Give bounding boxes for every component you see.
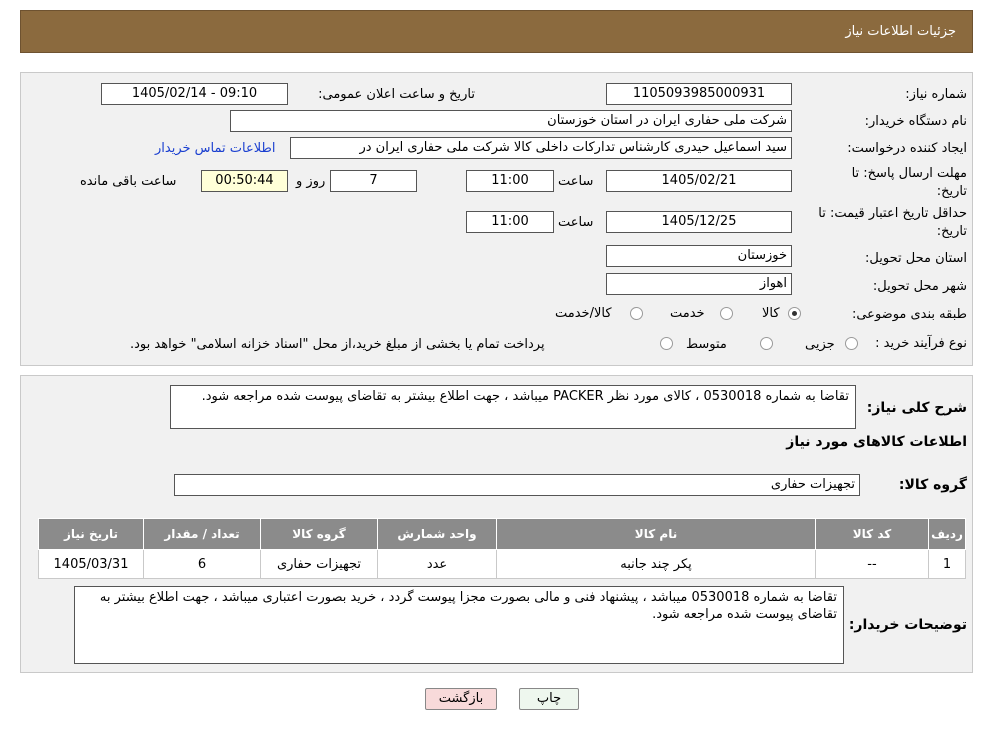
remaining-time-label: ساعت باقی مانده [80, 174, 177, 189]
back-button[interactable]: بازگشت [425, 688, 497, 710]
cell-group: تجهیزات حفاری [260, 549, 378, 579]
buyer-name-field: شرکت ملی حفاری ایران در استان خوزستان [230, 110, 792, 132]
goods-group-field: تجهیزات حفاری [174, 474, 860, 496]
general-description-label: شرح کلی نیاز: [866, 400, 967, 416]
col-need-date: تاریخ نیاز [38, 518, 144, 550]
cell-name: پکر چند جانبه [496, 549, 816, 579]
city-label: شهر محل تحویل: [872, 279, 967, 294]
table-row: 1 -- پکر چند جانبه عدد تجهیزات حفاری 6 1… [38, 549, 966, 579]
buyer-notes-textarea[interactable]: تقاضا به شماره 0530018 میباشد ، پیشنهاد … [74, 586, 844, 664]
col-code: کد کالا [815, 518, 929, 550]
remaining-time-field: 00:50:44 [201, 170, 288, 192]
goods-section-title: اطلاعات کالاهای مورد نیاز [786, 434, 967, 450]
cell-need-date: 1405/03/31 [38, 549, 144, 579]
price-validity-time-label: ساعت [558, 215, 594, 230]
process-type-label: نوع فرآیند خرید : [875, 336, 967, 351]
category-label: طبقه بندی موضوعی: [851, 307, 967, 322]
creator-label: ایجاد کننده درخواست: [847, 141, 967, 156]
category-radio-goods-service[interactable] [630, 307, 643, 320]
page-header: جزئیات اطلاعات نیاز [20, 10, 973, 53]
print-button[interactable]: چاپ [519, 688, 579, 710]
col-quantity: تعداد / مقدار [143, 518, 261, 550]
goods-table: ردیف کد کالا نام کالا واحد شمارش گروه کا… [38, 518, 966, 579]
col-unit: واحد شمارش [377, 518, 497, 550]
province-label: استان محل تحویل: [865, 251, 967, 266]
price-validity-label-date: تاریخ: [936, 224, 967, 239]
goods-group-label: گروه کالا: [898, 477, 967, 493]
price-validity-time-field: 11:00 [466, 211, 554, 233]
goods-table-header: ردیف کد کالا نام کالا واحد شمارش گروه کا… [38, 518, 966, 550]
category-radio-goods[interactable] [788, 307, 801, 320]
process-radio-medium[interactable] [760, 337, 773, 350]
process-payment-note: پرداخت تمام یا بخشی از مبلغ خرید،از محل … [130, 337, 545, 352]
page-title: جزئیات اطلاعات نیاز [845, 24, 956, 39]
price-validity-label: حداقل تاریخ اعتبار قیمت: تا [818, 206, 967, 221]
category-option-goods-service: کالا/خدمت [555, 306, 612, 321]
city-field: اهواز [606, 273, 792, 295]
buyer-name-label: نام دستگاه خریدار: [864, 114, 967, 129]
cell-unit: عدد [377, 549, 497, 579]
cell-quantity: 6 [143, 549, 261, 579]
price-validity-date-field: 1405/12/25 [606, 211, 792, 233]
need-number-field: 1105093985000931 [606, 83, 792, 105]
col-row: ردیف [928, 518, 966, 550]
deadline-time-field: 11:00 [466, 170, 554, 192]
deadline-date-field: 1405/02/21 [606, 170, 792, 192]
buyer-contact-link[interactable]: اطلاعات تماس خریدار [155, 141, 275, 156]
creator-field: سید اسماعیل حیدری کارشناس تدارکات داخلی … [290, 137, 792, 159]
deadline-label-date: تاریخ: [936, 184, 967, 199]
days-remaining-field: 7 [330, 170, 417, 192]
buyer-notes-label: توضیحات خریدار: [848, 617, 967, 633]
need-number-label: شماره نیاز: [905, 87, 967, 102]
cell-row: 1 [928, 549, 966, 579]
province-field: خوزستان [606, 245, 792, 267]
category-radio-service[interactable] [720, 307, 733, 320]
process-option-minor: جزیی [805, 337, 835, 352]
col-group: گروه کالا [260, 518, 378, 550]
process-radio-treasury[interactable] [660, 337, 673, 350]
general-description-textarea[interactable]: تقاضا به شماره 0530018 ، کالای مورد نظر … [170, 385, 856, 429]
category-option-service: خدمت [670, 306, 705, 321]
announce-date-field: 1405/02/14 - 09:10 [101, 83, 288, 105]
process-option-medium: متوسط [686, 337, 727, 352]
category-option-goods: کالا [762, 306, 780, 321]
deadline-time-label: ساعت [558, 174, 594, 189]
process-radio-minor[interactable] [845, 337, 858, 350]
deadline-label: مهلت ارسال پاسخ: تا [851, 166, 967, 181]
days-label: روز و [296, 174, 326, 189]
cell-code: -- [815, 549, 929, 579]
col-name: نام کالا [496, 518, 816, 550]
announce-date-label: تاریخ و ساعت اعلان عمومی: [318, 87, 475, 102]
